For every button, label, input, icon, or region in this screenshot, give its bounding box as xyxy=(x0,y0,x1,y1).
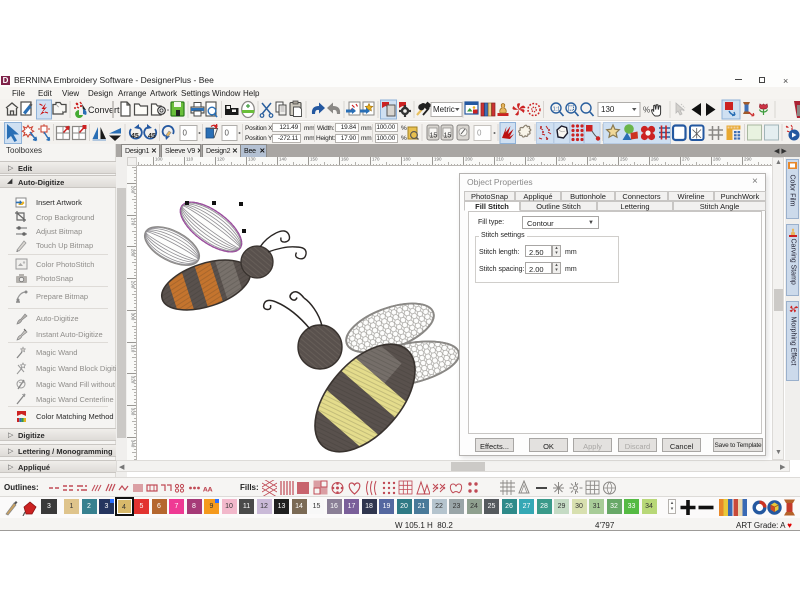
svg-text:Convert: Convert xyxy=(88,105,120,115)
svg-text:15: 15 xyxy=(430,133,438,140)
svg-text:15: 15 xyxy=(444,133,452,140)
svg-text:0: 0 xyxy=(477,129,482,138)
svg-text:1:1: 1:1 xyxy=(553,107,561,113)
svg-text:130: 130 xyxy=(601,105,615,114)
svg-text:Metric: Metric xyxy=(433,105,455,114)
svg-text:%: % xyxy=(643,106,650,115)
svg-text:ᴀᴀ: ᴀᴀ xyxy=(203,485,213,494)
